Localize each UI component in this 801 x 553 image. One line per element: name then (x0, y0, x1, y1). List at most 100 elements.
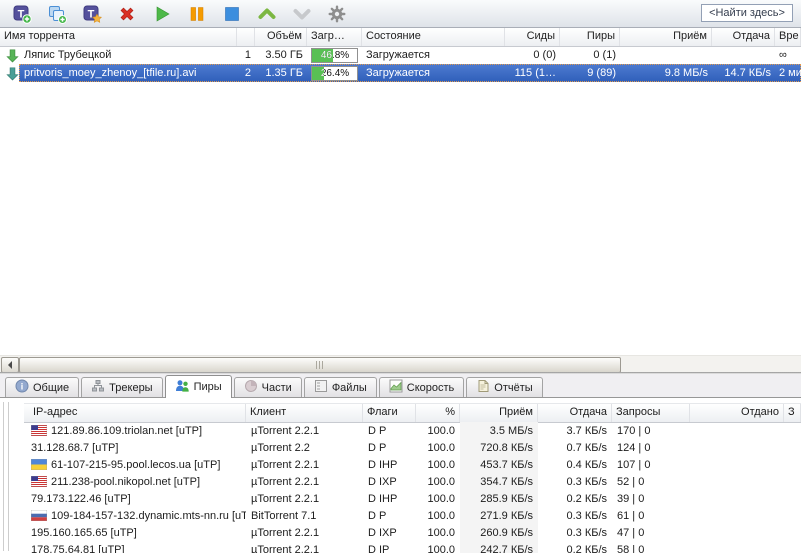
download-arrow-icon (5, 66, 20, 81)
remove-icon (117, 4, 137, 24)
cell-status: Загружается (362, 49, 505, 61)
peer-row[interactable]: 31.128.68.7 [uTP]µTorrent 2.2D P100.0720… (24, 439, 801, 456)
torrent-column-up[interactable]: Отдача (712, 28, 775, 46)
tab-label: Скорость (407, 382, 455, 394)
torrent-column-name[interactable]: Имя торрента (0, 28, 237, 46)
add-torrent-button[interactable]: T (4, 1, 39, 26)
create-torrent-button[interactable]: T (74, 1, 109, 26)
start-torrent-button[interactable] (144, 1, 179, 26)
cell-peers: 0 (1) (560, 49, 620, 61)
cell-pct: 100.0 (416, 425, 460, 437)
peer-column-pct[interactable]: % (416, 404, 460, 422)
tab-files[interactable]: Файлы (304, 377, 377, 397)
cell-client: µTorrent 2.2.1 (246, 425, 363, 437)
cell-ip: 178.75.64.81 [uTP] (24, 544, 246, 553)
peer-column-up[interactable]: Отдача (538, 404, 612, 422)
tab-label: Пиры (194, 381, 222, 393)
peer-column-reqs[interactable]: Запросы (612, 404, 690, 422)
cell-down: 260.9 КБ/s (460, 524, 538, 541)
peer-column-client[interactable]: Клиент (246, 404, 363, 422)
torrent-column-size[interactable]: Объём (255, 28, 307, 46)
peer-row[interactable]: 109-184-157-132.dynamic.mts-nn.ru [uTP]B… (24, 507, 801, 524)
cell-client: µTorrent 2.2.1 (246, 476, 363, 488)
torrent-column-eta[interactable]: Вре (775, 28, 801, 46)
cell-client: BitTorrent 7.1 (246, 510, 363, 522)
peer-row[interactable]: 79.173.122.46 [uTP]µTorrent 2.2.1D IHP10… (24, 490, 801, 507)
peer-row[interactable]: 211.238-pool.nikopol.net [uTP] µTorrent 2… (24, 473, 801, 490)
cell-pct: 100.0 (416, 493, 460, 505)
search-box[interactable]: <Найти здесь> (701, 4, 793, 22)
torrent-column-status[interactable]: Состояние (362, 28, 505, 46)
cell-down: 271.9 КБ/s (460, 507, 538, 524)
move-up-button[interactable] (249, 1, 284, 26)
stop-torrent-button[interactable] (214, 1, 249, 26)
scrollbar-thumb[interactable] (19, 357, 621, 373)
cell-reqs: 39 | 0 (612, 493, 690, 505)
cell-progress: 26.4%26.4% (307, 66, 362, 81)
peer-ip-text: 121.89.86.109.triolan.net [uTP] (51, 425, 202, 437)
cell-down: 453.7 КБ/s (460, 456, 538, 473)
remove-torrent-button[interactable] (109, 1, 144, 26)
cell-up: 0.3 КБ/s (538, 527, 612, 539)
add-from-url-button[interactable] (39, 1, 74, 26)
torrent-column-peers[interactable]: Пиры (560, 28, 620, 46)
tab-logger[interactable]: Отчёты (466, 377, 542, 397)
peers-panel: IP-адресКлиентФлаги%ПриёмОтдачаЗапросыОт… (0, 397, 801, 553)
tab-peers[interactable]: Пиры (165, 375, 232, 398)
cell-seeds: 0 (0) (505, 49, 560, 61)
cell-peers: 9 (89) (560, 67, 620, 79)
peer-ip-text: 211.238-pool.nikopol.net [uTP] (51, 476, 200, 488)
peer-column-given[interactable]: Отдано (690, 404, 784, 422)
cell-ip: 121.89.86.109.triolan.net [uTP] (24, 425, 246, 437)
cell-flags: D P (363, 442, 416, 454)
cell-up: 14.7 КБ/s (712, 67, 775, 79)
peer-column-down[interactable]: Приём (460, 404, 538, 422)
toolbar-buttons: TT (0, 1, 354, 26)
torrent-column-down[interactable]: Приём (620, 28, 712, 46)
peer-ip-text: 178.75.64.81 [uTP] (31, 544, 125, 553)
peer-row[interactable]: 61-107-215-95.pool.lecos.ua [uTP]µTorren… (24, 456, 801, 473)
pieces-icon (244, 379, 258, 396)
peer-row[interactable]: 195.160.165.65 [uTP]µTorrent 2.2.1D IXP1… (24, 524, 801, 541)
cell-pct: 100.0 (416, 476, 460, 488)
tab-speed[interactable]: Скорость (379, 377, 465, 397)
add-url-icon (47, 4, 67, 24)
torrent-column-progress[interactable]: Загр… (307, 28, 362, 46)
peer-column-extra[interactable]: З (784, 404, 801, 422)
pause-torrent-button[interactable] (179, 1, 214, 26)
cell-size: 1.35 ГБ (255, 67, 307, 79)
peer-row[interactable]: 178.75.64.81 [uTP]µTorrent 2.2.1D IP100.… (24, 541, 801, 553)
move-down-icon (292, 4, 312, 24)
tab-trackers[interactable]: Трекеры (81, 377, 162, 397)
cell-up: 0.4 КБ/s (538, 459, 612, 471)
cell-flags: D IHP (363, 459, 416, 471)
torrent-row[interactable]: Ляпис Трубецкой13.50 ГБ46.8%46.8%Загружа… (0, 46, 801, 64)
cell-reqs: 61 | 0 (612, 510, 690, 522)
cell-pct: 100.0 (416, 510, 460, 522)
progress-label-inverse: 26.4% (312, 67, 324, 80)
progress-label-clip: 46.8% (312, 49, 333, 62)
trackers-icon (91, 379, 105, 396)
cell-num: 1 (237, 49, 255, 61)
create-torrent-icon: T (82, 4, 102, 24)
tab-pieces[interactable]: Части (234, 377, 302, 397)
cell-ip: 109-184-157-132.dynamic.mts-nn.ru [uTP] (24, 510, 246, 522)
torrent-row[interactable]: pritvoris_moey_zhenoy_[tfile.ru].avi21.3… (0, 64, 801, 82)
cell-client: µTorrent 2.2.1 (246, 459, 363, 471)
cell-reqs: 52 | 0 (612, 476, 690, 488)
cell-reqs: 124 | 0 (612, 442, 690, 454)
peer-column-flags[interactable]: Флаги (363, 404, 416, 422)
torrent-column-seeds[interactable]: Сиды (505, 28, 560, 46)
horizontal-scrollbar[interactable] (0, 355, 801, 373)
move-down-button[interactable] (284, 1, 319, 26)
tab-general[interactable]: iОбщие (5, 377, 79, 397)
torrent-column-num[interactable] (237, 28, 255, 46)
peer-ip-text: 109-184-157-132.dynamic.mts-nn.ru [uTP] (51, 510, 246, 522)
cell-reqs: 107 | 0 (612, 459, 690, 471)
left-arrow-icon (4, 361, 12, 369)
peer-row[interactable]: 121.89.86.109.triolan.net [uTP] µTorrent … (24, 422, 801, 439)
scroll-left-button[interactable] (1, 357, 19, 373)
preferences-button[interactable] (319, 1, 354, 26)
cell-down: 242.7 КБ/s (460, 541, 538, 553)
peer-column-ip[interactable]: IP-адрес (24, 404, 246, 422)
